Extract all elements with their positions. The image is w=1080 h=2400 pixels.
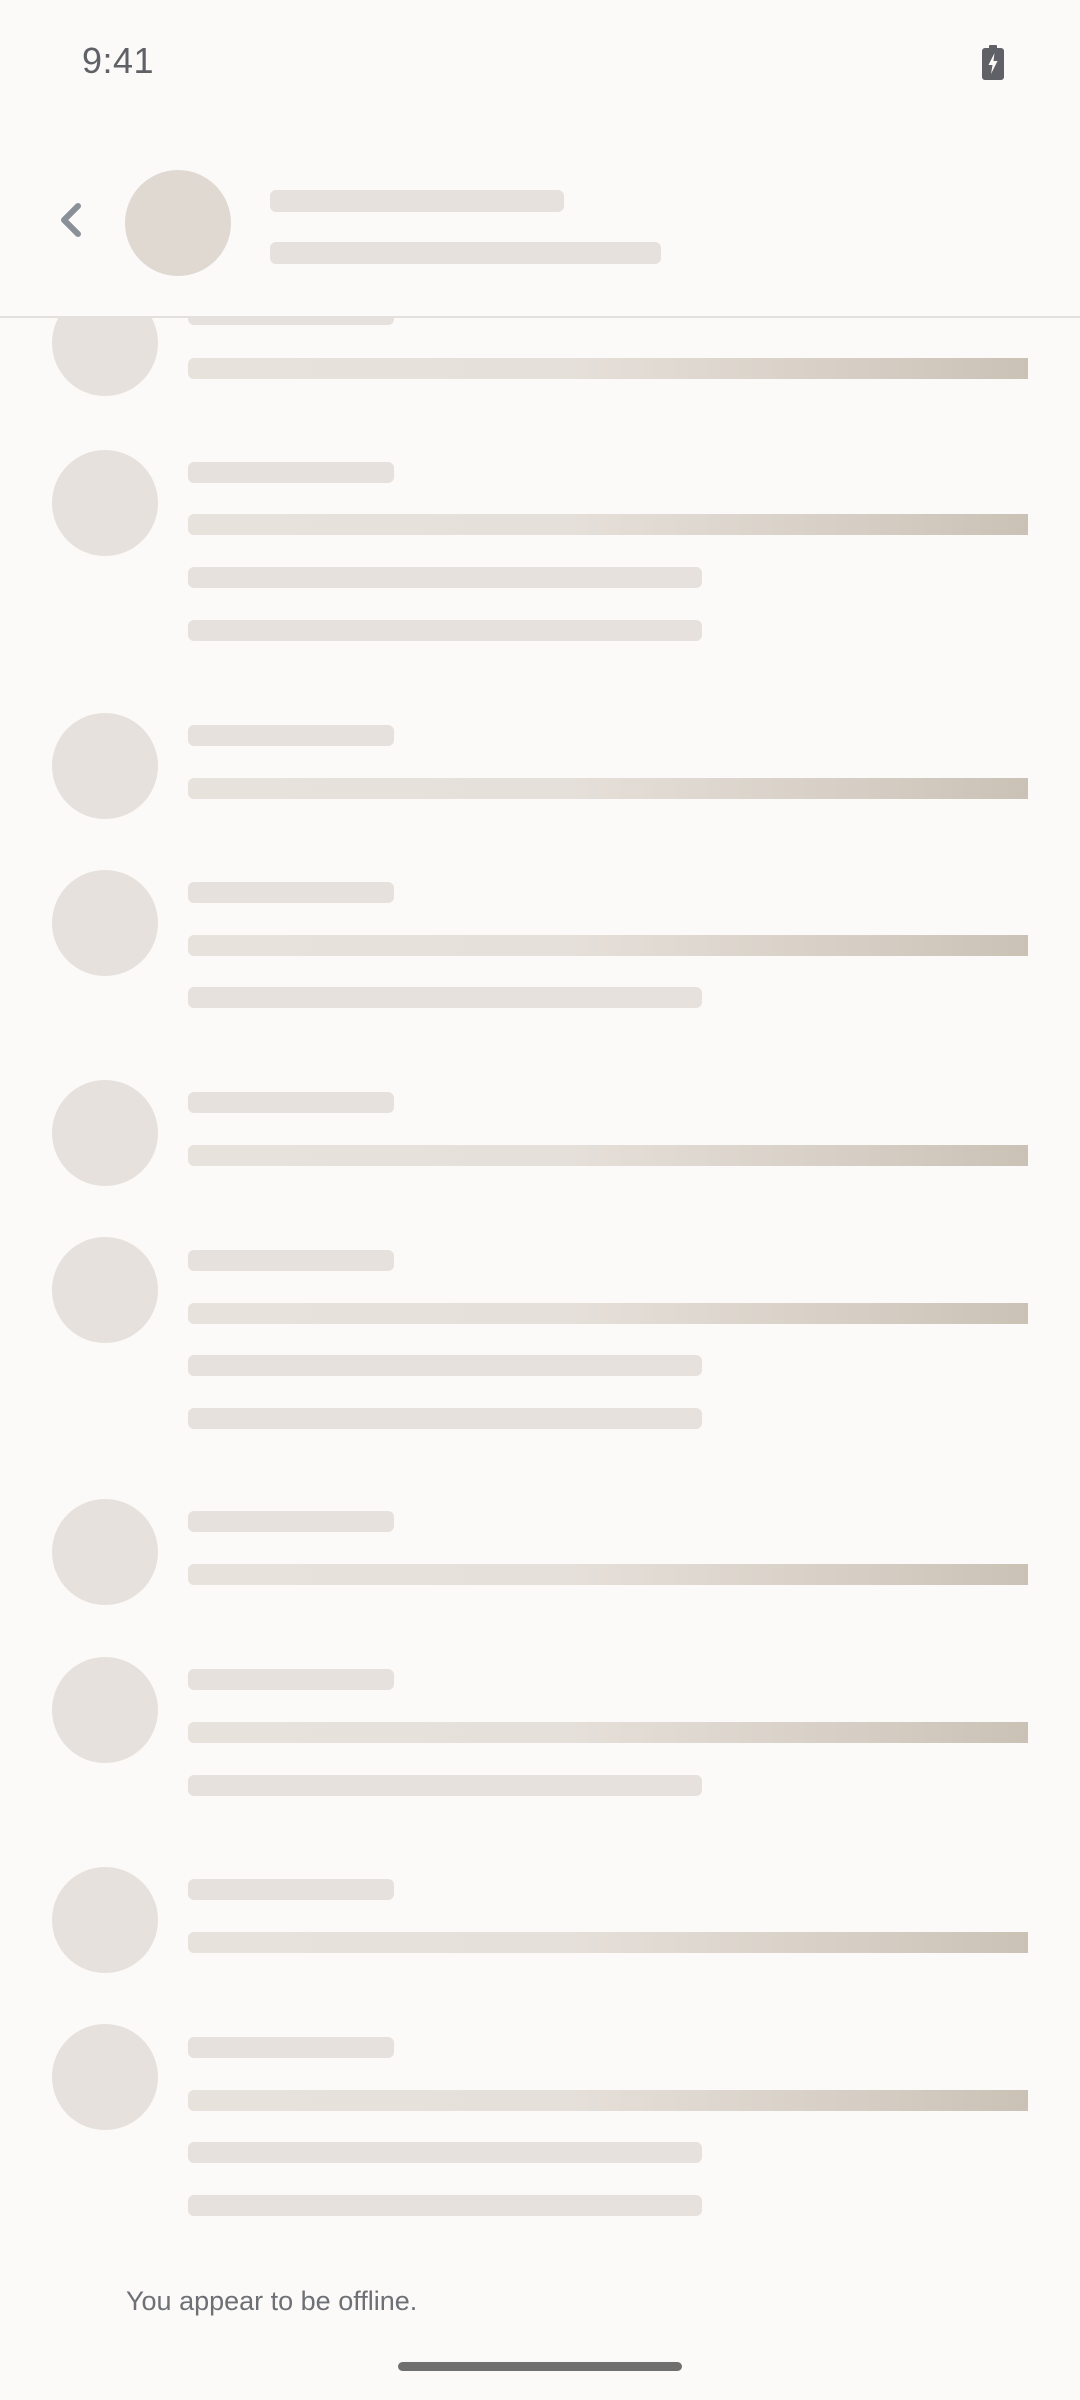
home-indicator[interactable] bbox=[398, 2362, 682, 2371]
battery-charging-icon bbox=[982, 45, 1004, 80]
text-placeholder bbox=[188, 1145, 1028, 1166]
name-placeholder bbox=[188, 1092, 394, 1113]
text-placeholder bbox=[188, 1408, 702, 1429]
text-placeholder bbox=[188, 987, 702, 1008]
chevron-left-icon bbox=[61, 203, 81, 237]
text-placeholder bbox=[188, 2090, 1028, 2111]
text-placeholder bbox=[188, 778, 1028, 799]
name-placeholder bbox=[188, 725, 394, 746]
avatar-placeholder bbox=[52, 1657, 158, 1763]
name-placeholder bbox=[188, 1511, 394, 1532]
offline-message: You appear to be offline. bbox=[126, 2286, 418, 2316]
avatar-placeholder bbox=[52, 318, 158, 396]
avatar-placeholder bbox=[52, 1499, 158, 1605]
message-list-skeleton bbox=[0, 318, 1080, 2248]
text-placeholder bbox=[188, 2142, 702, 2163]
avatar-placeholder bbox=[52, 1867, 158, 1973]
text-placeholder bbox=[188, 1932, 1028, 1953]
text-placeholder bbox=[188, 358, 1028, 379]
header-subtitle-placeholder bbox=[270, 242, 661, 264]
avatar-placeholder bbox=[52, 870, 158, 976]
text-placeholder bbox=[188, 1775, 702, 1796]
header-title-placeholder bbox=[270, 190, 564, 212]
avatar-placeholder bbox=[52, 1237, 158, 1343]
text-placeholder bbox=[188, 514, 1028, 535]
text-placeholder bbox=[188, 1303, 1028, 1324]
status-time: 9:41 bbox=[82, 40, 155, 81]
name-placeholder bbox=[188, 2037, 394, 2058]
name-placeholder bbox=[188, 462, 394, 483]
screen: 9:41 You appear to be offline. bbox=[0, 0, 1080, 2400]
avatar-placeholder bbox=[52, 713, 158, 819]
avatar-placeholder bbox=[52, 2024, 158, 2130]
avatar-placeholder bbox=[52, 450, 158, 556]
text-placeholder bbox=[188, 2195, 702, 2216]
name-placeholder bbox=[188, 1250, 394, 1271]
name-placeholder bbox=[188, 318, 394, 325]
text-placeholder bbox=[188, 1564, 1028, 1585]
text-placeholder bbox=[188, 1355, 702, 1376]
conversation-header bbox=[0, 125, 1080, 318]
back-button[interactable] bbox=[40, 190, 100, 250]
name-placeholder bbox=[188, 882, 394, 903]
name-placeholder bbox=[188, 1879, 394, 1900]
name-placeholder bbox=[188, 1669, 394, 1690]
text-placeholder bbox=[188, 620, 702, 641]
avatar-placeholder bbox=[52, 1080, 158, 1186]
text-placeholder bbox=[188, 935, 1028, 956]
text-placeholder bbox=[188, 567, 702, 588]
header-avatar-placeholder bbox=[125, 170, 231, 276]
status-bar: 9:41 bbox=[0, 0, 1080, 125]
text-placeholder bbox=[188, 1722, 1028, 1743]
